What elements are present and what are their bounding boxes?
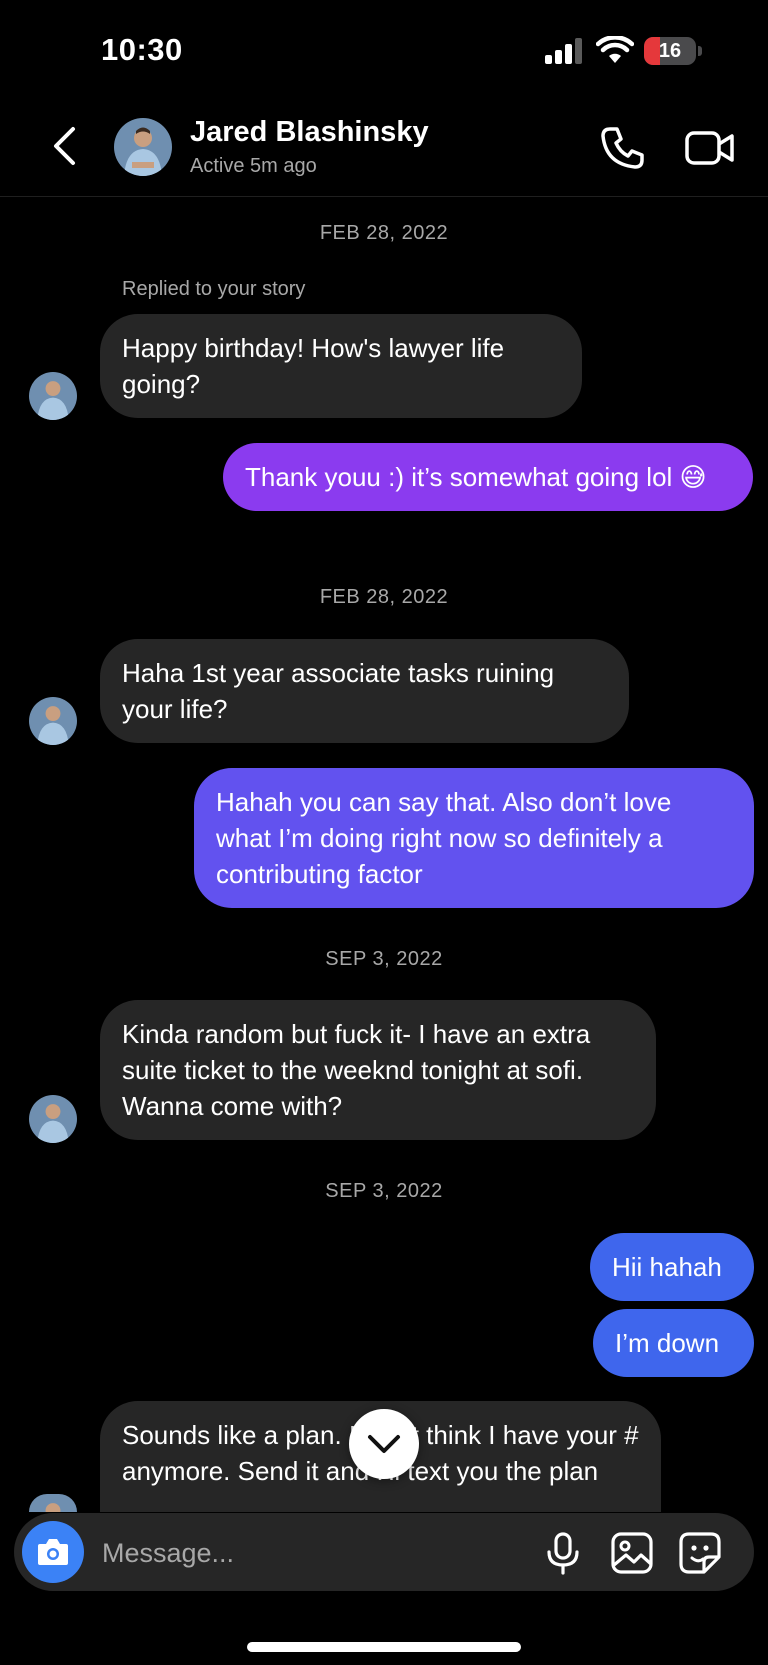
sender-avatar[interactable] (29, 372, 77, 420)
wifi-icon (596, 36, 634, 63)
date-separator: SEP 3, 2022 (325, 948, 443, 970)
status-bar: 10:30 16 (0, 0, 768, 100)
phone-icon[interactable] (598, 124, 646, 172)
contact-name[interactable]: Jared Blashinsky (190, 116, 429, 149)
contact-active-status: Active 5m ago (190, 155, 317, 177)
scroll-to-bottom-button[interactable] (349, 1409, 419, 1479)
story-reply-note: Replied to your story (122, 278, 306, 300)
chat-header: Jared Blashinsky Active 5m ago (0, 100, 768, 197)
outgoing-message[interactable]: I’m down (593, 1309, 754, 1377)
video-camera-icon[interactable] (684, 124, 736, 172)
message-input[interactable] (100, 1527, 524, 1579)
date-separator: SEP 3, 2022 (325, 1180, 443, 1202)
battery-icon: 16 (644, 37, 702, 65)
date-separator: FEB 28, 2022 (319, 586, 449, 608)
camera-icon (38, 1539, 68, 1565)
outgoing-message[interactable]: Hii hahah (590, 1233, 754, 1301)
camera-button[interactable] (22, 1521, 84, 1583)
chevron-down-icon (368, 1435, 400, 1453)
gallery-icon[interactable] (610, 1531, 654, 1575)
battery-level: 16 (658, 40, 682, 62)
chevron-left-icon (54, 127, 75, 165)
sender-avatar[interactable] (29, 697, 77, 745)
contact-avatar[interactable] (114, 118, 172, 176)
date-separator: FEB 28, 2022 (319, 222, 449, 244)
status-time: 10:30 (101, 32, 183, 67)
sticker-icon[interactable] (678, 1531, 722, 1575)
cellular-signal-icon (545, 38, 582, 64)
sender-avatar[interactable] (29, 1494, 77, 1512)
incoming-message[interactable]: Kinda random but fuck it- I have an extr… (100, 1000, 656, 1140)
incoming-message[interactable]: Haha 1st year associate tasks ruining yo… (100, 639, 629, 743)
outgoing-message[interactable]: Thank youu :) it’s somewhat going lol 😅 (223, 443, 753, 511)
outgoing-message[interactable]: Hahah you can say that. Also don’t love … (194, 768, 754, 908)
microphone-icon[interactable] (542, 1531, 584, 1575)
back-button[interactable] (40, 120, 88, 172)
message-composer (14, 1513, 754, 1591)
incoming-message[interactable]: Happy birthday! How's lawyer life going? (100, 314, 582, 418)
home-indicator[interactable] (247, 1642, 521, 1652)
sender-avatar[interactable] (29, 1095, 77, 1143)
